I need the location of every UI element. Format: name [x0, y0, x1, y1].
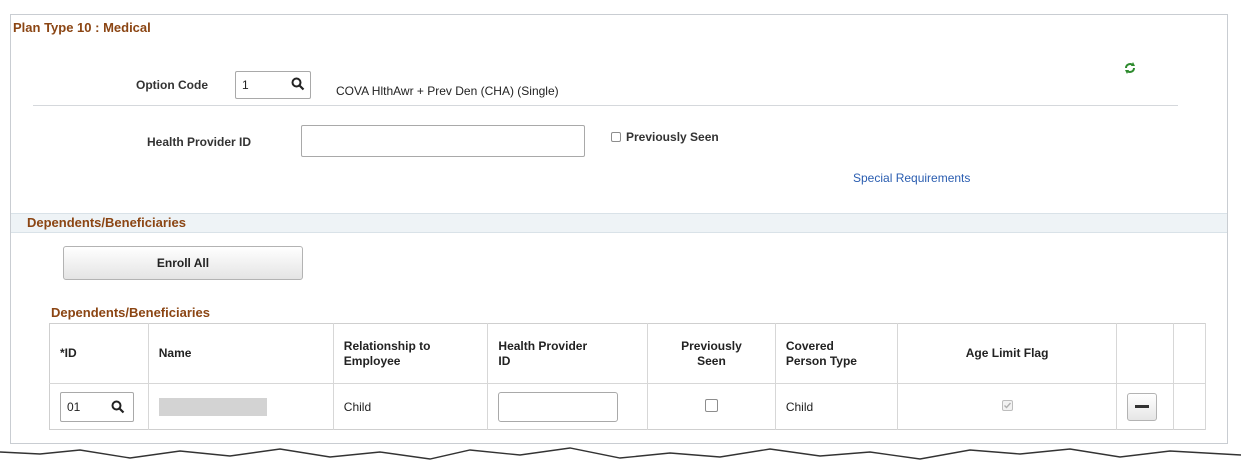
cell-actions: [1116, 383, 1174, 430]
col-name: Name: [148, 323, 334, 384]
col-actions: [1116, 323, 1174, 384]
col-previously-seen: Previously Seen: [647, 323, 776, 384]
col-age-limit-flag: Age Limit Flag: [897, 323, 1118, 384]
cell-spacer: [1173, 383, 1207, 430]
plan-type-title: Plan Type 10 : Medical: [13, 20, 151, 35]
option-code-label: Option Code: [136, 78, 208, 92]
minus-icon: [1135, 405, 1150, 408]
col-id: *ID: [49, 323, 149, 384]
dependent-health-provider-id-input[interactable]: [498, 391, 619, 422]
cell-age-limit-flag: [897, 383, 1118, 430]
option-code-search-icon[interactable]: [291, 77, 305, 91]
dependents-grid-title: Dependents/Beneficiaries: [51, 305, 210, 320]
cell-covered-person-type: Child: [775, 383, 899, 430]
dependents-section-header: [11, 213, 1227, 233]
refresh-icon[interactable]: [1123, 61, 1137, 75]
previously-seen-checkbox[interactable]: [611, 132, 621, 142]
cell-previously-seen: [647, 383, 776, 430]
col-covered-person-type: Covered Person Type: [775, 323, 899, 384]
special-requirements-link[interactable]: Special Requirements: [853, 171, 970, 185]
redacted-name: [158, 397, 267, 416]
cell-relationship: Child: [333, 383, 489, 430]
table-row: 01 Child Child: [49, 383, 1207, 430]
dependent-id-input[interactable]: 01: [60, 391, 134, 422]
option-description: COVA HlthAwr + Prev Den (CHA) (Single): [336, 84, 559, 98]
dependent-id-search-icon[interactable]: [111, 400, 125, 414]
col-health-provider-id: Health Provider ID: [487, 323, 649, 384]
cell-id: 01: [49, 383, 149, 430]
dependents-grid: *ID Name Relationship to Employee Health …: [49, 323, 1207, 430]
enroll-all-button[interactable]: Enroll All: [63, 246, 303, 280]
option-code-value: 1: [242, 78, 249, 92]
dependents-section-title: Dependents/Beneficiaries: [27, 215, 186, 230]
col-spacer: [1173, 323, 1207, 384]
medical-plan-panel: Plan Type 10 : Medical Option Code 1 COV…: [10, 14, 1228, 444]
previously-seen-label: Previously Seen: [626, 130, 719, 144]
health-provider-id-label: Health Provider ID: [147, 135, 252, 149]
torn-edge-decoration: [0, 447, 1241, 473]
health-provider-id-input[interactable]: [301, 125, 585, 157]
cell-name: [148, 383, 334, 430]
dependent-previously-seen-checkbox[interactable]: [704, 398, 718, 412]
age-limit-checkbox-disabled-icon: [1001, 399, 1013, 411]
divider: [33, 105, 1178, 106]
col-relationship: Relationship to Employee: [333, 323, 489, 384]
delete-row-button[interactable]: [1127, 392, 1158, 421]
cell-health-provider-id: [487, 383, 649, 430]
